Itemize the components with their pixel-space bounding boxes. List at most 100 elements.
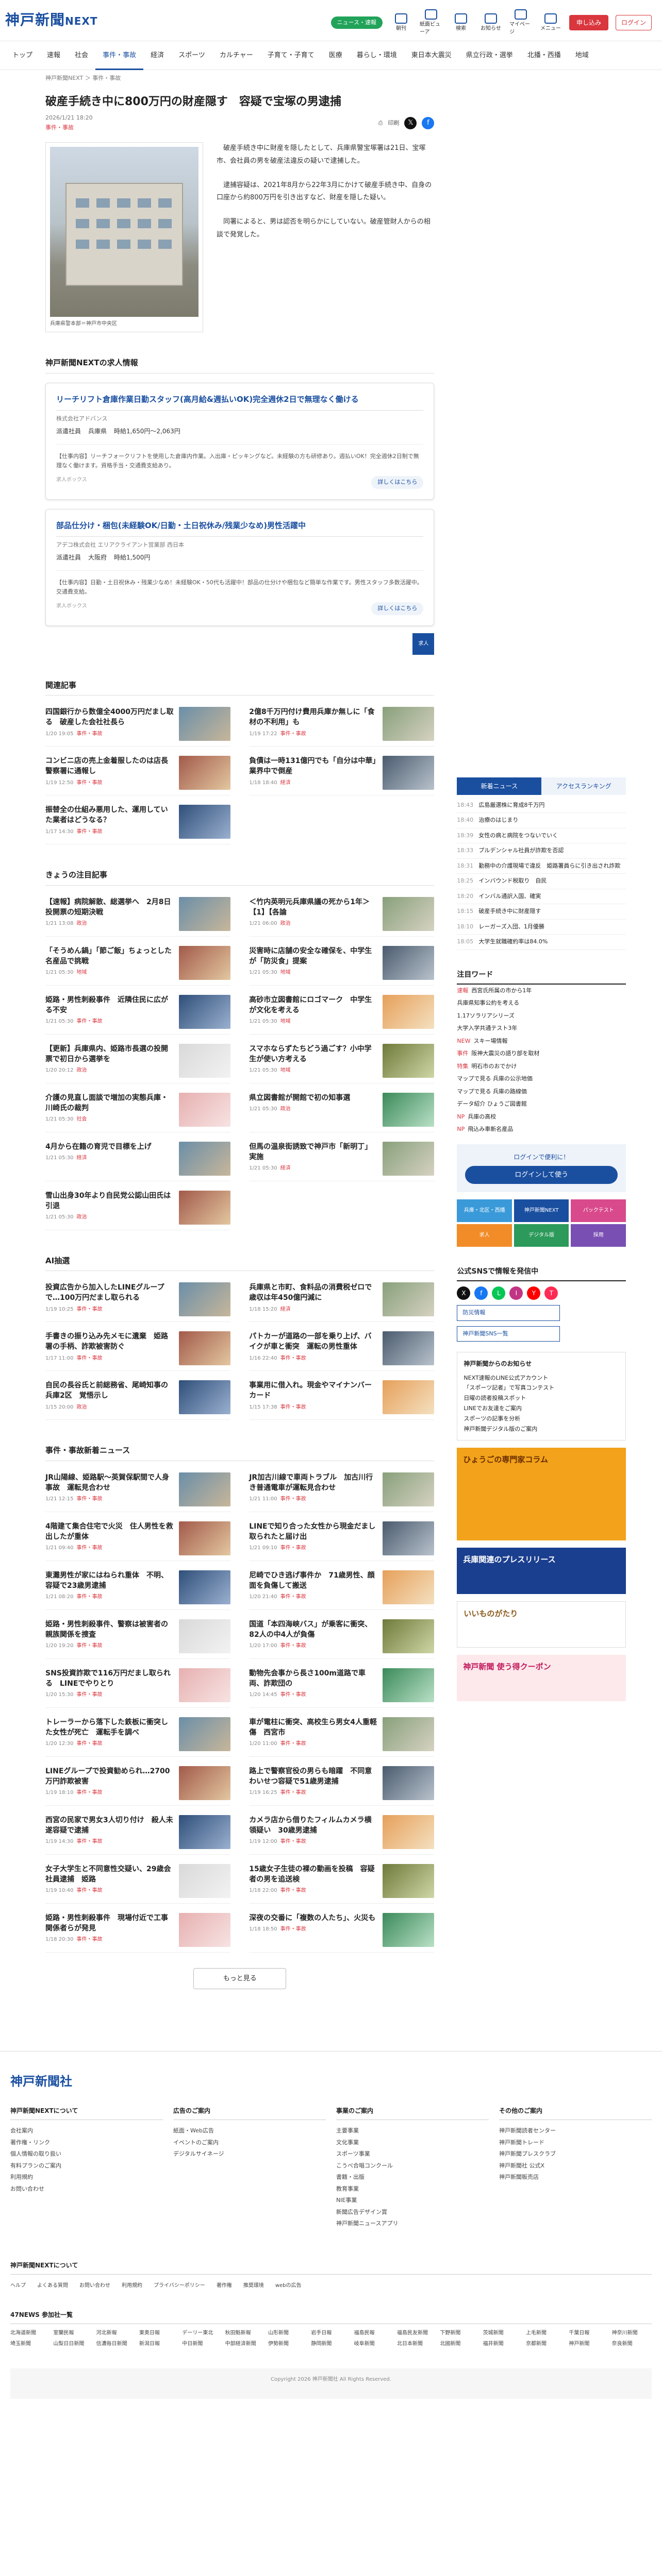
member-paper-link[interactable]: 下野新聞 xyxy=(440,2329,479,2337)
footer-link[interactable]: 有料プランのご案内 xyxy=(10,2160,163,2172)
news-headline[interactable]: 姫路・男性刺殺事件、警察は被害者の親族関係を捜査 xyxy=(45,1619,174,1640)
news-thumbnail[interactable] xyxy=(383,1863,435,1898)
nav-item[interactable]: カルチャー xyxy=(212,41,260,70)
keyword-item[interactable]: 速報 西宮氏所属の市から1年 xyxy=(457,985,626,997)
news-category[interactable]: 政治 xyxy=(76,921,87,926)
instagram-icon[interactable]: I xyxy=(509,1286,523,1300)
member-paper-link[interactable]: 中日新聞 xyxy=(182,2340,222,2348)
news-category[interactable]: 事件・事故 xyxy=(76,731,102,737)
news-item[interactable]: 深夜の交番に「複数の人たち」、火災も 1/18 18:50 事件・事故 xyxy=(249,1908,435,1953)
news-headline[interactable]: 西宮の民家で男女3人切り付け 殺人未遂容疑で逮捕 xyxy=(45,1815,174,1836)
news-item[interactable]: 県立図書館が開館で初の知事選 1/21 05:30 政治 xyxy=(249,1088,435,1132)
news-thumbnail[interactable] xyxy=(383,1815,435,1849)
news-headline[interactable]: LINEグループで投資勧められ…2700万円詐欺被害 xyxy=(45,1766,174,1787)
news-item[interactable]: 姫路・男性刺殺事件 近隣住民に広がる不安 1/21 05:30 事件・事故 xyxy=(45,990,231,1035)
news-headline[interactable]: SNS投資詐欺で116万円だまし取られる LINEでやりとり xyxy=(45,1668,174,1689)
keyword-item[interactable]: 兵庫県知事公約を考える xyxy=(457,997,626,1010)
footer-link[interactable]: 著作権・リンク xyxy=(10,2137,163,2149)
news-headline[interactable]: 4月から在籍の育児で目標を上げ xyxy=(45,1142,174,1152)
more-news-button[interactable]: もっと見る xyxy=(193,1968,287,1990)
news-thumbnail[interactable] xyxy=(383,1619,435,1653)
news-item[interactable]: 負債は一時131億円でも「自分は中華」業界中で倒産 1/18 18:40 経済 xyxy=(249,751,435,796)
news-category[interactable]: 事件・事故 xyxy=(280,1926,306,1932)
keyword-text[interactable]: 大学入学共通テスト3年 xyxy=(457,1025,517,1031)
keyword-item[interactable]: データ紹介 ひょうご図書館 xyxy=(457,1098,626,1111)
menu-button[interactable]: メニュー xyxy=(539,13,562,32)
promo-tile[interactable]: 神戸新聞NEXT xyxy=(514,1199,569,1222)
nav-item[interactable]: 地域 xyxy=(568,41,596,70)
nav-item[interactable]: 県立行政・選挙 xyxy=(459,41,520,70)
news-item[interactable]: JR山陽線、姫路駅〜英賀保駅間で人身事故 運転見合わせ 1/21 12:15 事件・… xyxy=(45,1467,231,1512)
news-headline[interactable]: 姫路・男性刺殺事件 現場付近で工事関係者らが発見 xyxy=(45,1913,174,1934)
news-item[interactable]: トレーラーから落下した鉄板に衝突した女性が死亡 運転手を調べ 1/20 12:30… xyxy=(45,1712,231,1757)
member-paper-link[interactable]: 室蘭民報 xyxy=(53,2329,93,2337)
news-category[interactable]: 経済 xyxy=(76,1155,87,1161)
news-item[interactable]: 事業用に借入れ。現金やマイナンバーカード 1/15 17:38 事件・事故 xyxy=(249,1375,435,1420)
keyword-item[interactable]: NP 飛込み車新名産品 xyxy=(457,1123,626,1136)
news-category[interactable]: 事件・事故 xyxy=(280,1839,306,1844)
news-headline[interactable]: 動物先会事から長さ100m道路で車両、詐欺団の xyxy=(249,1668,377,1689)
news-item[interactable]: 動物先会事から長さ100m道路で車両、詐欺団の 1/20 14:45 事件・事故 xyxy=(249,1663,435,1708)
latest-news-headline[interactable]: 勤務中の介護現場で違反 姫路署員らに引き出され詐欺 xyxy=(478,862,620,871)
sns-list-link[interactable]: 神戸新聞SNS一覧 xyxy=(457,1326,560,1342)
press-release-banner[interactable]: 兵庫関連のプレスリリース xyxy=(457,1548,626,1595)
footer-link[interactable]: 書籍・出版 xyxy=(336,2172,489,2183)
news-thumbnail[interactable] xyxy=(383,1092,435,1127)
member-paper-link[interactable]: 上毛新聞 xyxy=(526,2329,566,2337)
news-headline[interactable]: JR山陽線、姫路駅〜英賀保駅間で人身事故 運転見合わせ xyxy=(45,1472,174,1494)
news-thumbnail[interactable] xyxy=(383,707,435,741)
member-paper-link[interactable]: デーリー東北 xyxy=(182,2329,222,2337)
news-headline[interactable]: 【速報】病院解散、総選挙へ 2月8日投開票の短期決戦 xyxy=(45,897,174,918)
news-item[interactable]: パトカーが道路の一部を乗り上げ、バイクが車と衝突 運転の男性重体 1/16 22:… xyxy=(249,1326,435,1371)
notice-item[interactable]: NEXT速報のLINE公式アカウント xyxy=(464,1373,619,1383)
news-headline[interactable]: 4階建て集合住宅で火災 住人男性を救出したが重体 xyxy=(45,1521,174,1543)
tab-access-ranking[interactable]: アクセスランキング xyxy=(541,777,626,795)
job-more-button[interactable]: 詳しくはこちら xyxy=(371,476,424,489)
keyword-item[interactable]: マップで見る 兵庫の路線価 xyxy=(457,1086,626,1098)
news-item[interactable]: カメラ店から借りたフィルムカメラ横領疑い 30歳男逮捕 1/19 12:00 事件・… xyxy=(249,1810,435,1855)
news-headline[interactable]: パトカーが道路の一部を乗り上げ、バイクが車と衝突 運転の男性重体 xyxy=(249,1331,377,1352)
news-headline[interactable]: 東灘男性が家にはねられ重体 不明、容疑で23歳男逮捕 xyxy=(45,1570,174,1591)
news-category[interactable]: 事件・事故 xyxy=(280,1790,306,1795)
news-thumbnail[interactable] xyxy=(383,1331,435,1366)
member-paper-link[interactable]: 東奥日報 xyxy=(139,2329,179,2337)
keyword-text[interactable]: マップで見る 兵庫の公示地価 xyxy=(457,1075,533,1082)
news-headline[interactable]: 四国銀行から数億全4000万円だまし取る 破産した会社社長ら xyxy=(45,707,174,728)
member-paper-link[interactable]: 京都新聞 xyxy=(526,2340,566,2348)
keyword-text[interactable]: 飛込み車新名産品 xyxy=(468,1126,513,1132)
news-headline[interactable]: 15歳女子生徒の裸の動画を投稿 容疑者の男を追送検 xyxy=(249,1864,377,1885)
job-title[interactable]: リーチリフト倉庫作業日勤スタッフ(高月給&週払いOK)完全週休2日で無理なく働け… xyxy=(56,394,424,411)
news-item[interactable]: 東灘男性が家にはねられ重体 不明、容疑で23歳男逮捕 1/21 08:20 事件・事… xyxy=(45,1565,231,1610)
promo-tile[interactable]: 求人 xyxy=(457,1224,512,1247)
news-thumbnail[interactable] xyxy=(383,756,435,790)
news-thumbnail[interactable] xyxy=(179,1331,231,1366)
notice-button[interactable]: お知らせ xyxy=(479,13,502,32)
news-headline[interactable]: 尼崎でひき逃げ事件か 71歳男性、顔面を負傷して搬送 xyxy=(249,1570,377,1591)
youtube-icon[interactable]: Y xyxy=(527,1286,541,1300)
disaster-info-link[interactable]: 防災情報 xyxy=(457,1305,560,1321)
news-item[interactable]: 2億8千万円付け費用兵庫か無しに「食材の不利用」も 1/19 17:22 事件・事故 xyxy=(249,702,435,747)
news-thumbnail[interactable] xyxy=(383,1912,435,1947)
news-category[interactable]: 事件・事故 xyxy=(76,1790,102,1795)
news-item[interactable]: 「そうめん鍋」「節ご飯」ちょっとした名産品で挑戦 1/21 05:30 地域 xyxy=(45,941,231,986)
news-thumbnail[interactable] xyxy=(179,1190,231,1225)
morning-paper-button[interactable]: 朝刊 xyxy=(390,13,412,32)
footer-link[interactable]: 神戸新聞販売店 xyxy=(499,2172,652,2183)
latest-news-headline[interactable]: 破産手続き中に財産隠す xyxy=(478,907,541,916)
latest-news-item[interactable]: 18:31 勤務中の介護現場で違反 姫路署員らに引き出され詐欺 xyxy=(457,859,626,874)
news-item[interactable]: 災害時に店舗の安全な確保を、中学生が「防災食」提案 1/21 05:30 地域 xyxy=(249,941,435,986)
news-thumbnail[interactable] xyxy=(179,756,231,790)
news-headline[interactable]: 振替全の仕組み悪用した、運用していた業者はどうなる？ xyxy=(45,805,174,826)
footer-link[interactable]: 文化事業 xyxy=(336,2137,489,2149)
footer-link[interactable]: 神戸新聞トレード xyxy=(499,2137,652,2149)
member-paper-link[interactable]: 福井新聞 xyxy=(483,2340,523,2348)
news-item[interactable]: 兵庫県と市町、食料品の消費税ゼロで歳収は年450億円減に 1/18 15:20 経済 xyxy=(249,1277,435,1323)
news-thumbnail[interactable] xyxy=(179,1282,231,1317)
news-thumbnail[interactable] xyxy=(179,945,231,980)
footer-link[interactable]: 教育事業 xyxy=(336,2183,489,2195)
member-paper-link[interactable]: 福島民報 xyxy=(354,2329,394,2337)
news-thumbnail[interactable] xyxy=(383,1668,435,1702)
print-label[interactable]: 印刷 xyxy=(388,119,399,128)
news-thumbnail[interactable] xyxy=(179,1619,231,1653)
latest-news-item[interactable]: 18:15 破産手続き中に財産隠す xyxy=(457,904,626,920)
